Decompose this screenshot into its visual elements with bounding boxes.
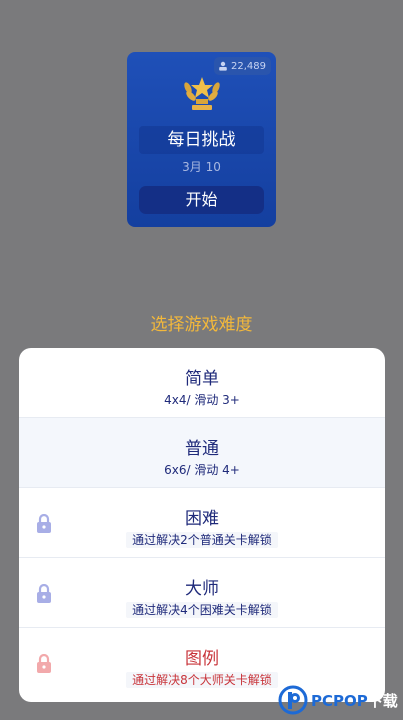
player-count: 22,489 <box>231 60 266 72</box>
unlock-requirement: 通过解决8个大师关卡解锁 <box>126 672 278 688</box>
difficulty-hard[interactable]: 困难 通过解决2个普通关卡解锁 <box>19 488 385 558</box>
difficulty-name: 简单 <box>185 369 219 389</box>
challenge-date: 3月 10 <box>182 160 221 174</box>
watermark-brand: PCPOP <box>311 691 368 710</box>
trophy-icon <box>183 77 220 110</box>
start-button[interactable]: 开始 <box>139 186 264 214</box>
difficulty-desc: 通过解决4个困难关卡解锁 <box>19 601 385 618</box>
difficulty-heading: 选择游戏难度 <box>150 315 253 335</box>
unlock-requirement: 通过解决2个普通关卡解锁 <box>126 532 278 548</box>
pcpop-watermark: PCPOP下载 <box>278 684 398 716</box>
daily-challenge-card[interactable]: 22,489 每日挑战 3月 10 开始 <box>127 52 276 227</box>
difficulty-name: 图例 <box>185 649 219 669</box>
watermark-suffix: 下载 <box>367 691 398 710</box>
pcpop-logo-icon <box>278 685 308 715</box>
difficulty-name: 困难 <box>185 509 219 529</box>
difficulty-normal[interactable]: 普通 6x6/ 滑动 4+ <box>19 418 385 488</box>
difficulty-sheet: 简单 4x4/ 滑动 3+ 普通 6x6/ 滑动 4+ 困难 通过解决2个普通关… <box>19 348 385 702</box>
unlock-requirement: 通过解决4个困难关卡解锁 <box>126 602 278 618</box>
challenge-title: 每日挑战 <box>139 126 264 154</box>
person-icon <box>219 61 227 71</box>
difficulty-desc: 4x4/ 滑动 3+ <box>164 393 240 407</box>
difficulty-desc: 6x6/ 滑动 4+ <box>164 463 240 477</box>
difficulty-name: 大师 <box>185 579 219 599</box>
difficulty-master[interactable]: 大师 通过解决4个困难关卡解锁 <box>19 558 385 628</box>
difficulty-easy[interactable]: 简单 4x4/ 滑动 3+ <box>19 348 385 418</box>
difficulty-name: 普通 <box>185 439 219 459</box>
player-count-badge: 22,489 <box>214 57 271 75</box>
difficulty-desc: 通过解决2个普通关卡解锁 <box>19 531 385 548</box>
